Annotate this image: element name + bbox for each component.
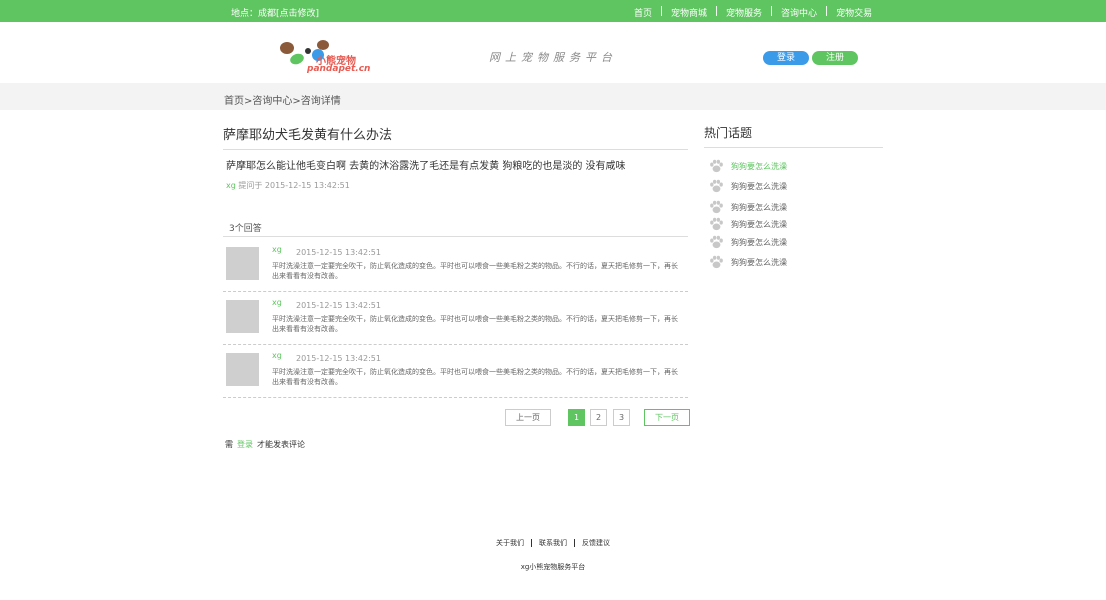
answer-item: xg 2015-12-15 13:42:51 平时洗澡注意一定要完全吹干，防止氧… — [223, 237, 688, 292]
hot-topic-label: 狗狗要怎么洗澡 — [731, 257, 787, 267]
paw-icon — [710, 200, 723, 214]
question-author[interactable]: xg — [226, 181, 236, 190]
top-bar: 地点：成都[点击修改] 首页 宠物商城 宠物服务 咨询中心 宠物交易 — [0, 0, 1106, 22]
answer-author[interactable]: xg — [272, 351, 282, 360]
nav-home[interactable]: 首页 — [634, 6, 652, 19]
question-body: 萨摩耶怎么能让他毛变白啊 去黄的沐浴露洗了毛还是有点发黄 狗粮吃的也是淡的 没有… — [226, 161, 626, 172]
logo-domain-text: pandapet.cn — [307, 64, 371, 74]
hot-topics-title: 热门话题 — [704, 126, 753, 140]
hot-topic-item[interactable]: 狗狗要怎么洗澡 — [709, 200, 787, 214]
hot-topic-label: 狗狗要怎么洗澡 — [731, 161, 787, 171]
paw-icon — [710, 217, 723, 231]
avatar[interactable] — [226, 247, 259, 280]
breadcrumb[interactable]: 首页>咨询中心>咨询详情 — [224, 92, 341, 107]
nav-consult-center[interactable]: 咨询中心 — [781, 6, 817, 19]
next-page-button[interactable]: 下一页 — [644, 409, 690, 426]
nav-divider — [661, 6, 663, 16]
footer-copyright: xg小熊宠物服务平台 — [520, 563, 586, 571]
question-title: 萨摩耶幼犬毛发黄有什么办法 — [223, 128, 393, 143]
breadcrumb-bar: 首页>咨询中心>咨询详情 — [0, 83, 1106, 110]
page-1-button[interactable]: 1 — [568, 409, 585, 426]
page-2-button[interactable]: 2 — [590, 409, 607, 426]
comment-note-suffix: 才能发表评论 — [257, 440, 305, 449]
paw-icon — [710, 159, 723, 173]
answer-author[interactable]: xg — [272, 245, 282, 254]
hot-topic-label: 狗狗要怎么洗澡 — [731, 202, 787, 212]
site-header: 小熊宠物 pandapet.cn 网上宠物服务平台 登录 注册 — [0, 22, 1106, 83]
location-link[interactable]: 地点：成都[点击修改] — [231, 6, 319, 19]
nav-pet-trade[interactable]: 宠物交易 — [836, 6, 872, 19]
nav-pet-mall[interactable]: 宠物商城 — [671, 6, 707, 19]
answers-count: 3个回答 — [229, 224, 262, 234]
answer-item: xg 2015-12-15 13:42:51 平时洗澡注意一定要完全吹干，防止氧… — [223, 343, 688, 398]
paw-icon — [710, 235, 723, 249]
page-3-button[interactable]: 3 — [613, 409, 630, 426]
answer-item: xg 2015-12-15 13:42:51 平时洗澡注意一定要完全吹干，防止氧… — [223, 290, 688, 345]
footer-divider — [531, 539, 532, 547]
site-slogan: 网上宠物服务平台 — [489, 51, 617, 64]
pagination: 上一页 1 2 3 下一页 — [223, 409, 690, 429]
divider — [223, 149, 688, 150]
hot-topic-item[interactable]: 狗狗要怎么洗澡 — [709, 255, 787, 269]
footer-divider — [574, 539, 575, 547]
answer-time: 2015-12-15 13:42:51 — [296, 301, 381, 310]
answer-time: 2015-12-15 13:42:51 — [296, 248, 381, 257]
prev-page-button[interactable]: 上一页 — [505, 409, 551, 426]
avatar[interactable] — [226, 353, 259, 386]
answer-text: 平时洗澡注意一定要完全吹干，防止氧化造成的变色。平时也可以喂食一些美毛粉之类的物… — [272, 315, 678, 333]
nav-divider — [716, 6, 718, 16]
answer-author[interactable]: xg — [272, 298, 282, 307]
hot-topic-label: 狗狗要怎么洗澡 — [731, 237, 787, 247]
comment-login-link[interactable]: 登录 — [237, 440, 253, 449]
hot-topic-label: 狗狗要怎么洗澡 — [731, 181, 787, 191]
footer-about-link[interactable]: 关于我们 — [496, 539, 524, 547]
comment-login-note: 需登录 才能发表评论 — [225, 439, 305, 450]
question-meta: xg 提问于 2015-12-15 13:42:51 — [226, 180, 350, 191]
footer-feedback-link[interactable]: 反馈建议 — [582, 539, 610, 547]
answer-text: 平时洗澡注意一定要完全吹干，防止氧化造成的变色。平时也可以喂食一些美毛粉之类的物… — [272, 262, 678, 280]
hot-topic-item[interactable]: 狗狗要怎么洗澡 — [709, 235, 787, 249]
nav-divider — [771, 6, 773, 16]
footer-contact-link[interactable]: 联系我们 — [539, 539, 567, 547]
site-logo[interactable]: 小熊宠物 pandapet.cn — [279, 38, 379, 76]
answer-text: 平时洗澡注意一定要完全吹干，防止氧化造成的变色。平时也可以喂食一些美毛粉之类的物… — [272, 368, 678, 386]
footer-links: 关于我们 联系我们 反馈建议 — [0, 538, 1106, 548]
hot-topic-item[interactable]: 狗狗要怎么洗澡 — [709, 179, 787, 193]
paw-icon — [710, 255, 723, 269]
nav-pet-service[interactable]: 宠物服务 — [726, 6, 762, 19]
hot-topic-item[interactable]: 狗狗要怎么洗澡 — [709, 159, 787, 173]
divider — [704, 147, 883, 148]
nav-divider — [826, 6, 828, 16]
register-button[interactable]: 注册 — [812, 51, 858, 65]
hot-topic-label: 狗狗要怎么洗澡 — [731, 219, 787, 229]
login-button[interactable]: 登录 — [763, 51, 809, 65]
top-nav: 首页 宠物商城 宠物服务 咨询中心 宠物交易 — [634, 6, 872, 19]
comment-note-prefix: 需 — [225, 440, 233, 449]
paw-icon — [710, 179, 723, 193]
hot-topic-item[interactable]: 狗狗要怎么洗澡 — [709, 217, 787, 231]
question-time: 提问于 2015-12-15 13:42:51 — [238, 181, 350, 190]
avatar[interactable] — [226, 300, 259, 333]
answer-time: 2015-12-15 13:42:51 — [296, 354, 381, 363]
